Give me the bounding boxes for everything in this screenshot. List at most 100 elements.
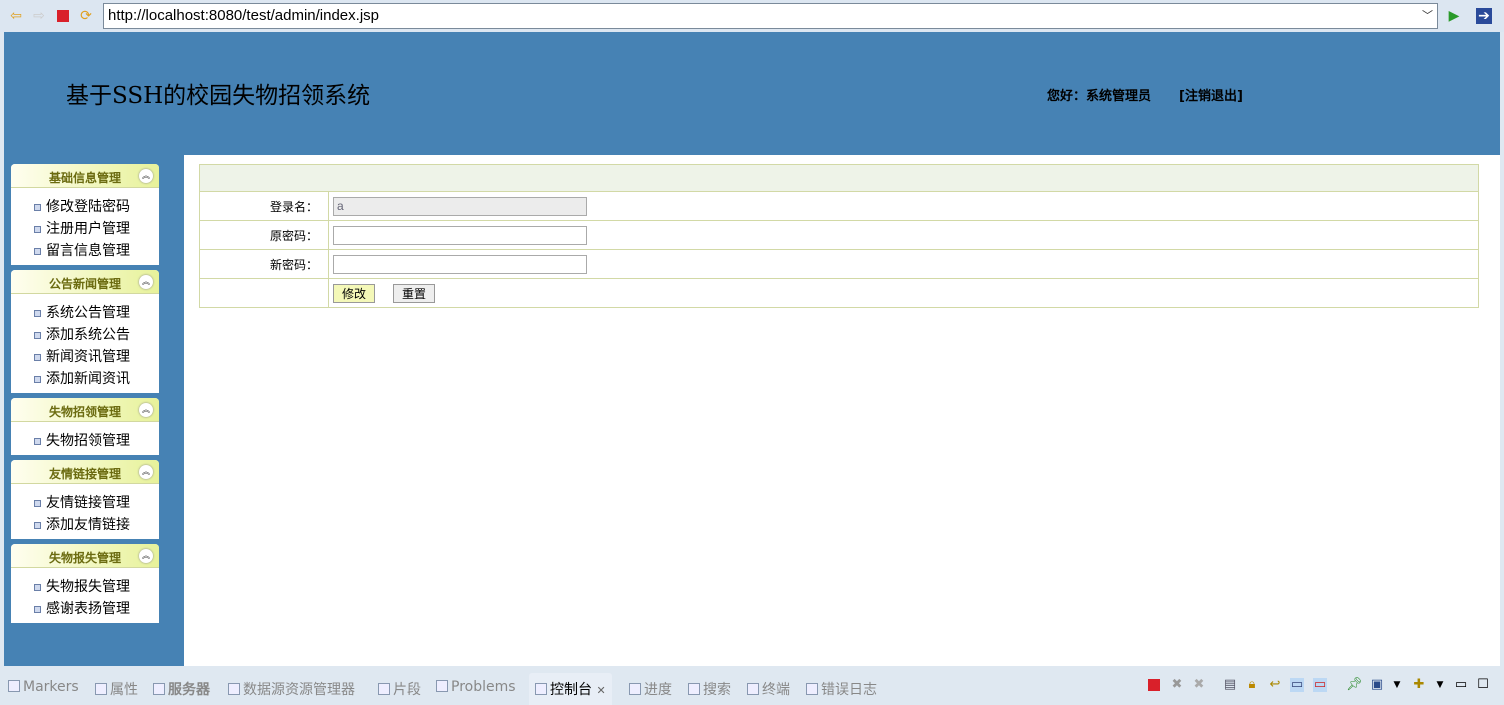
sidebar-item[interactable]: 注册用户管理 (11, 219, 159, 241)
sidebar-panel-header[interactable]: 失物报失管理 ︽ (11, 544, 159, 568)
pin-console-icon[interactable]: 📌︎ (1346, 678, 1363, 692)
minimize-icon[interactable]: ▭ (1454, 678, 1468, 692)
view-tab-label: 进度 (644, 682, 672, 698)
view-tab-label: 服务器 (168, 682, 210, 698)
sidebar-panel-header[interactable]: 公告新闻管理 ︽ (11, 270, 159, 294)
view-tab-label: 控制台 (550, 682, 592, 698)
url-text: http://localhost:8080/test/admin/index.j… (108, 7, 379, 24)
remove-all-icon[interactable]: ✖ (1192, 678, 1206, 692)
remove-launch-icon[interactable]: ✖ (1170, 678, 1184, 692)
collapse-icon[interactable]: ︽ (139, 465, 153, 479)
login-name-label: 登录名： (199, 191, 329, 221)
sidebar-item[interactable]: 添加系统公告 (11, 325, 159, 347)
sidebar-panel-header[interactable]: 失物招领管理 ︽ (11, 398, 159, 422)
word-wrap-icon[interactable]: ↩ (1268, 678, 1282, 692)
login-name-input[interactable] (333, 196, 587, 216)
clear-console-icon[interactable]: ▤ (1223, 678, 1237, 692)
close-icon[interactable]: ✕ (596, 684, 605, 697)
form-header (199, 164, 1479, 192)
sidebar-panel-header[interactable]: 基础信息管理 ︽ (11, 164, 159, 188)
empty-cell (199, 278, 329, 308)
sidebar-item[interactable]: 添加友情链接 (11, 515, 159, 537)
stop-icon[interactable] (55, 8, 71, 24)
view-tab-icon (95, 683, 107, 695)
view-tab-label: Problems (451, 679, 516, 695)
collapse-icon[interactable]: ︽ (139, 275, 153, 289)
sidebar-panel-title: 基础信息管理 (49, 171, 122, 185)
view-tab[interactable]: 错误日志 (806, 679, 877, 699)
refresh-icon[interactable]: ⟳ (78, 8, 94, 24)
sidebar: 基础信息管理 ︽ 修改登陆密码 注册用户管理 留言信息管理公告新闻管理 ︽ 系统公告管理 添加… (4, 155, 184, 666)
sidebar-item[interactable]: 修改登陆密码 (11, 197, 159, 219)
view-tab-icon (228, 683, 240, 695)
show-console-stderr-icon[interactable]: ▭ (1313, 678, 1327, 692)
chevron-down-icon[interactable]: ▼ (1390, 678, 1404, 692)
display-console-icon[interactable]: ▣ (1370, 678, 1384, 692)
user-greeting: 您好：系统管理员 (1047, 89, 1152, 104)
browser-toolbar: ⇦ ⇨ ⟳ http://localhost:8080/test/admin/i… (0, 0, 1504, 32)
sidebar-panel-header[interactable]: 友情链接管理 ︽ (11, 460, 159, 484)
scroll-lock-icon[interactable]: 🔒︎ (1245, 678, 1259, 692)
view-tab-label: 搜索 (703, 682, 731, 698)
sidebar-panel: 公告新闻管理 ︽ 系统公告管理 添加系统公告 新闻资讯管理 添加新闻资讯 (11, 270, 159, 393)
view-tab[interactable]: 数据源资源管理器 (228, 679, 355, 699)
new-password-input[interactable] (333, 254, 587, 274)
sidebar-item[interactable]: 系统公告管理 (11, 303, 159, 325)
view-tab[interactable]: 进度 (629, 679, 672, 699)
browser-menu-icon[interactable]: ➔ (1476, 8, 1492, 24)
forward-icon[interactable]: ⇨ (31, 8, 47, 24)
show-console-stdout-icon[interactable]: ▭ (1290, 678, 1304, 692)
view-tab-icon (806, 683, 818, 695)
sidebar-panel-title: 公告新闻管理 (49, 277, 122, 291)
back-icon[interactable]: ⇦ (8, 8, 24, 24)
view-tab[interactable]: 属性 (95, 679, 138, 699)
maximize-icon[interactable]: ☐ (1476, 678, 1490, 692)
view-tab[interactable]: 控制台 ✕ (529, 673, 612, 705)
view-tab-label: 属性 (110, 682, 138, 698)
sidebar-item[interactable]: 感谢表扬管理 (11, 599, 159, 621)
view-tab[interactable]: 终端 (747, 679, 790, 699)
view-tab-label: Markers (23, 679, 79, 695)
collapse-icon[interactable]: ︽ (139, 549, 153, 563)
view-tab[interactable]: Markers (8, 679, 79, 695)
new-password-label: 新密码： (199, 249, 329, 279)
terminate-icon[interactable] (1148, 679, 1160, 691)
sidebar-panel: 失物报失管理 ︽ 失物报失管理 感谢表扬管理 (11, 544, 159, 623)
reset-button[interactable]: 重置 (393, 283, 436, 303)
view-tab-label: 错误日志 (821, 682, 877, 698)
sidebar-panel: 失物招领管理 ︽ 失物招领管理 (11, 398, 159, 455)
site-title: 基于SSH的校园失物招领系统 (66, 83, 371, 109)
view-tab-icon (688, 683, 700, 695)
view-tab-icon (153, 683, 165, 695)
sidebar-panel-title: 友情链接管理 (49, 467, 122, 481)
view-tab[interactable]: 搜索 (688, 679, 731, 699)
view-tab-icon (535, 683, 547, 695)
view-tab[interactable]: 服务器 (153, 679, 210, 699)
logout-link[interactable]: [注销退出] (1179, 85, 1243, 104)
collapse-icon[interactable]: ︽ (139, 403, 153, 417)
site-header: 基于SSH的校园失物招领系统 您好：系统管理员 [注销退出] (4, 32, 1500, 155)
sidebar-item[interactable]: 失物报失管理 (11, 577, 159, 599)
sidebar-panel: 友情链接管理 ︽ 友情链接管理 添加友情链接 (11, 460, 159, 539)
view-tab-icon (378, 683, 390, 695)
view-tab-label: 终端 (762, 682, 790, 698)
sidebar-item[interactable]: 友情链接管理 (11, 493, 159, 515)
sidebar-panel: 基础信息管理 ︽ 修改登陆密码 注册用户管理 留言信息管理 (11, 164, 159, 265)
url-input[interactable]: http://localhost:8080/test/admin/index.j… (103, 3, 1438, 29)
view-tab[interactable]: 片段 (378, 679, 421, 699)
old-password-input[interactable] (333, 225, 587, 245)
view-tab-icon (8, 680, 20, 692)
view-tab[interactable]: Problems (436, 679, 516, 695)
view-tab-icon (629, 683, 641, 695)
open-console-icon[interactable]: ✚ (1412, 678, 1426, 692)
submit-button[interactable]: 修改 (333, 283, 376, 303)
sidebar-item[interactable]: 新闻资讯管理 (11, 347, 159, 369)
go-icon[interactable]: ▶ (1446, 8, 1462, 24)
collapse-icon[interactable]: ︽ (139, 169, 153, 183)
chevron-down-icon[interactable]: ﹀ (1422, 4, 1433, 28)
sidebar-item[interactable]: 添加新闻资讯 (11, 369, 159, 391)
view-tab-icon (436, 680, 448, 692)
chevron-down-icon[interactable]: ▼ (1433, 678, 1447, 692)
sidebar-item[interactable]: 留言信息管理 (11, 241, 159, 263)
sidebar-item[interactable]: 失物招领管理 (11, 431, 159, 453)
